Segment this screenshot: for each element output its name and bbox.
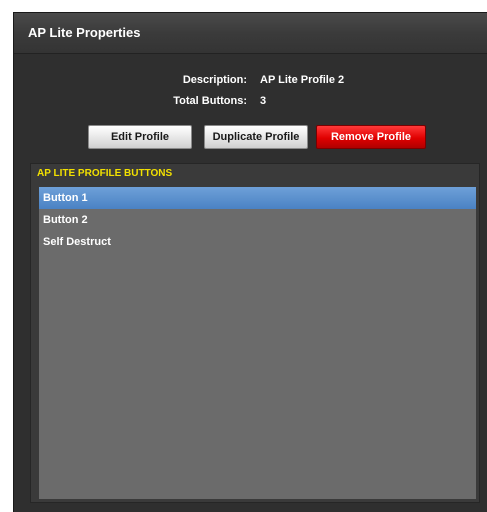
list-item[interactable]: Self Destruct (39, 231, 476, 253)
panel-title: AP Lite Properties (28, 25, 141, 40)
properties-panel: AP Lite Properties Description: AP Lite … (13, 12, 487, 512)
edit-profile-button[interactable]: Edit Profile (88, 125, 192, 149)
description-value: AP Lite Profile 2 (260, 74, 345, 86)
description-row: Description: AP Lite Profile 2 (14, 74, 487, 90)
total-buttons-row: Total Buttons: 3 (14, 95, 487, 111)
total-buttons-label: Total Buttons: (173, 95, 247, 107)
list-item[interactable]: Button 2 (39, 209, 476, 231)
profile-buttons-section: AP LITE PROFILE BUTTONS Button 1 Button … (30, 163, 480, 503)
title-bar: AP Lite Properties (14, 13, 487, 54)
description-label: Description: (182, 74, 247, 86)
duplicate-profile-button[interactable]: Duplicate Profile (204, 125, 308, 149)
profile-buttons-header: AP LITE PROFILE BUTTONS (37, 168, 173, 179)
remove-profile-button[interactable]: Remove Profile (316, 125, 426, 149)
list-item[interactable]: Button 1 (39, 187, 476, 209)
total-buttons-value: 3 (260, 95, 267, 107)
profile-buttons-list[interactable]: Button 1 Button 2 Self Destruct (39, 187, 476, 499)
